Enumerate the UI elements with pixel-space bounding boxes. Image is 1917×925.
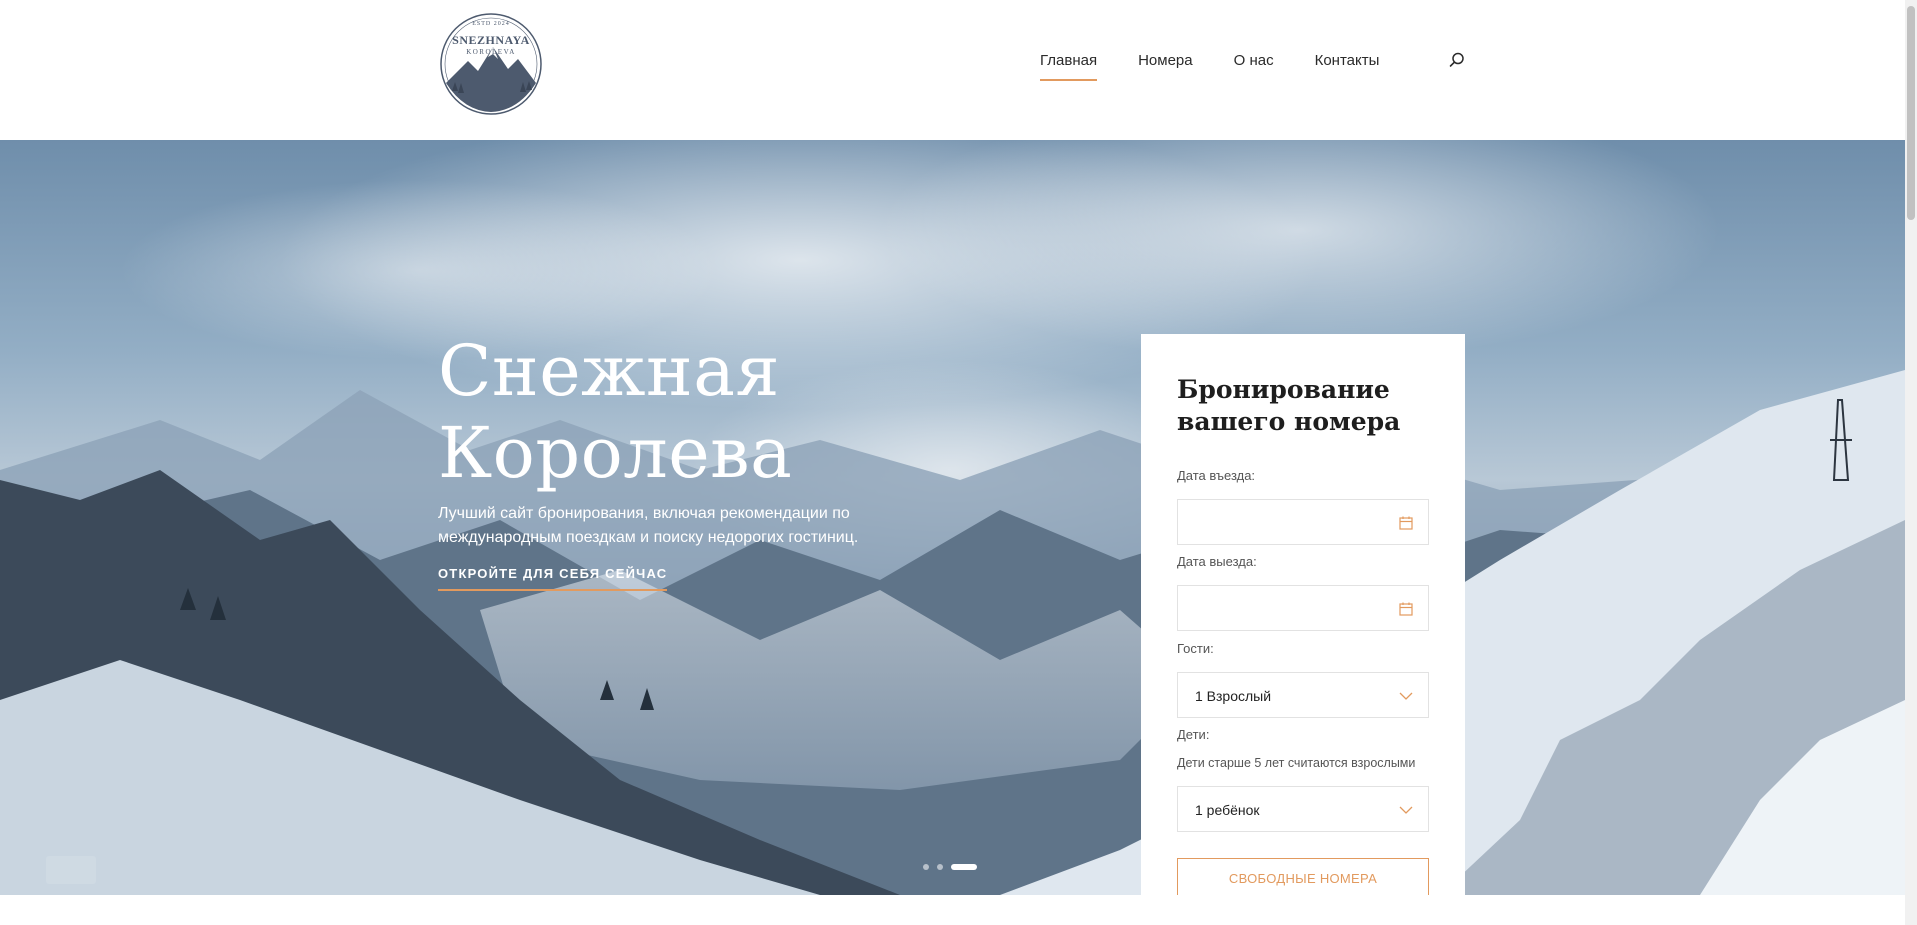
guests-select[interactable]: 1 Взрослый: [1177, 672, 1429, 718]
children-select[interactable]: 1 ребёнок: [1177, 786, 1429, 832]
page-below-fold: [0, 895, 1905, 925]
children-label: Дети:: [1177, 727, 1210, 742]
scrollbar-thumb[interactable]: [1907, 6, 1915, 220]
nav-item-contacts[interactable]: Контакты: [1315, 52, 1380, 82]
slider-dot-2[interactable]: [937, 864, 943, 870]
logo-established: ESTD 2024: [472, 21, 510, 27]
hero-title: Снежная Королева: [438, 330, 792, 494]
site-logo[interactable]: ESTD 2024 SNEZHNAYA KOROLEVA: [438, 13, 544, 115]
checkout-date-field[interactable]: [1177, 585, 1429, 631]
nav-item-home[interactable]: Главная: [1040, 52, 1098, 82]
chevron-down-icon: [1398, 802, 1414, 818]
logo-emblem: [440, 13, 542, 115]
calendar-icon: [1398, 515, 1414, 531]
hero-background-image: [0, 140, 1905, 895]
main-nav: Главная Номера О нас Контакты: [1040, 52, 1379, 82]
check-availability-button[interactable]: СВОБОДНЫЕ НОМЕРА: [1177, 858, 1429, 895]
slider-pagination: [923, 864, 977, 870]
guests-label: Гости:: [1177, 641, 1214, 656]
calendar-icon: [1398, 601, 1414, 617]
booking-title: Бронирование вашего номера: [1177, 375, 1401, 436]
children-age-note: Дети старше 5 лет считаются взрослыми: [1177, 756, 1416, 770]
slider-dot-1[interactable]: [923, 864, 929, 870]
guests-select-value: 1 Взрослый: [1195, 688, 1272, 704]
checkin-label: Дата въезда:: [1177, 468, 1256, 483]
hero-title-line1: Снежная: [438, 330, 781, 412]
checkout-label: Дата выезда:: [1177, 554, 1257, 569]
logo-subtitle: KOROLEVA: [466, 48, 516, 56]
children-select-value: 1 ребёнок: [1195, 802, 1260, 818]
hero-slider: Снежная Королева Лучший сайт бронировани…: [0, 140, 1905, 895]
search-icon[interactable]: [1448, 51, 1466, 69]
slider-corner-control[interactable]: [46, 856, 96, 884]
chevron-down-icon: [1398, 688, 1414, 704]
site-header: ESTD 2024 SNEZHNAYA KOROLEVA Главная Ном…: [0, 0, 1905, 140]
hero-cta-link[interactable]: ОТКРОЙТЕ ДЛЯ СЕБЯ СЕЙЧАС: [438, 566, 668, 591]
nav-item-rooms[interactable]: Номера: [1138, 52, 1193, 82]
hero-title-line2: Королева: [438, 412, 793, 494]
hero-subtitle: Лучший сайт бронирования, включая рекоме…: [438, 505, 859, 546]
page-scrollbar[interactable]: [1905, 0, 1917, 925]
checkin-date-field[interactable]: [1177, 499, 1429, 545]
booking-form: Бронирование вашего номера Дата въезда: …: [1141, 334, 1465, 895]
nav-item-about[interactable]: О нас: [1234, 52, 1274, 82]
slider-dot-3[interactable]: [951, 864, 977, 870]
logo-wordmark: SNEZHNAYA: [452, 33, 530, 47]
